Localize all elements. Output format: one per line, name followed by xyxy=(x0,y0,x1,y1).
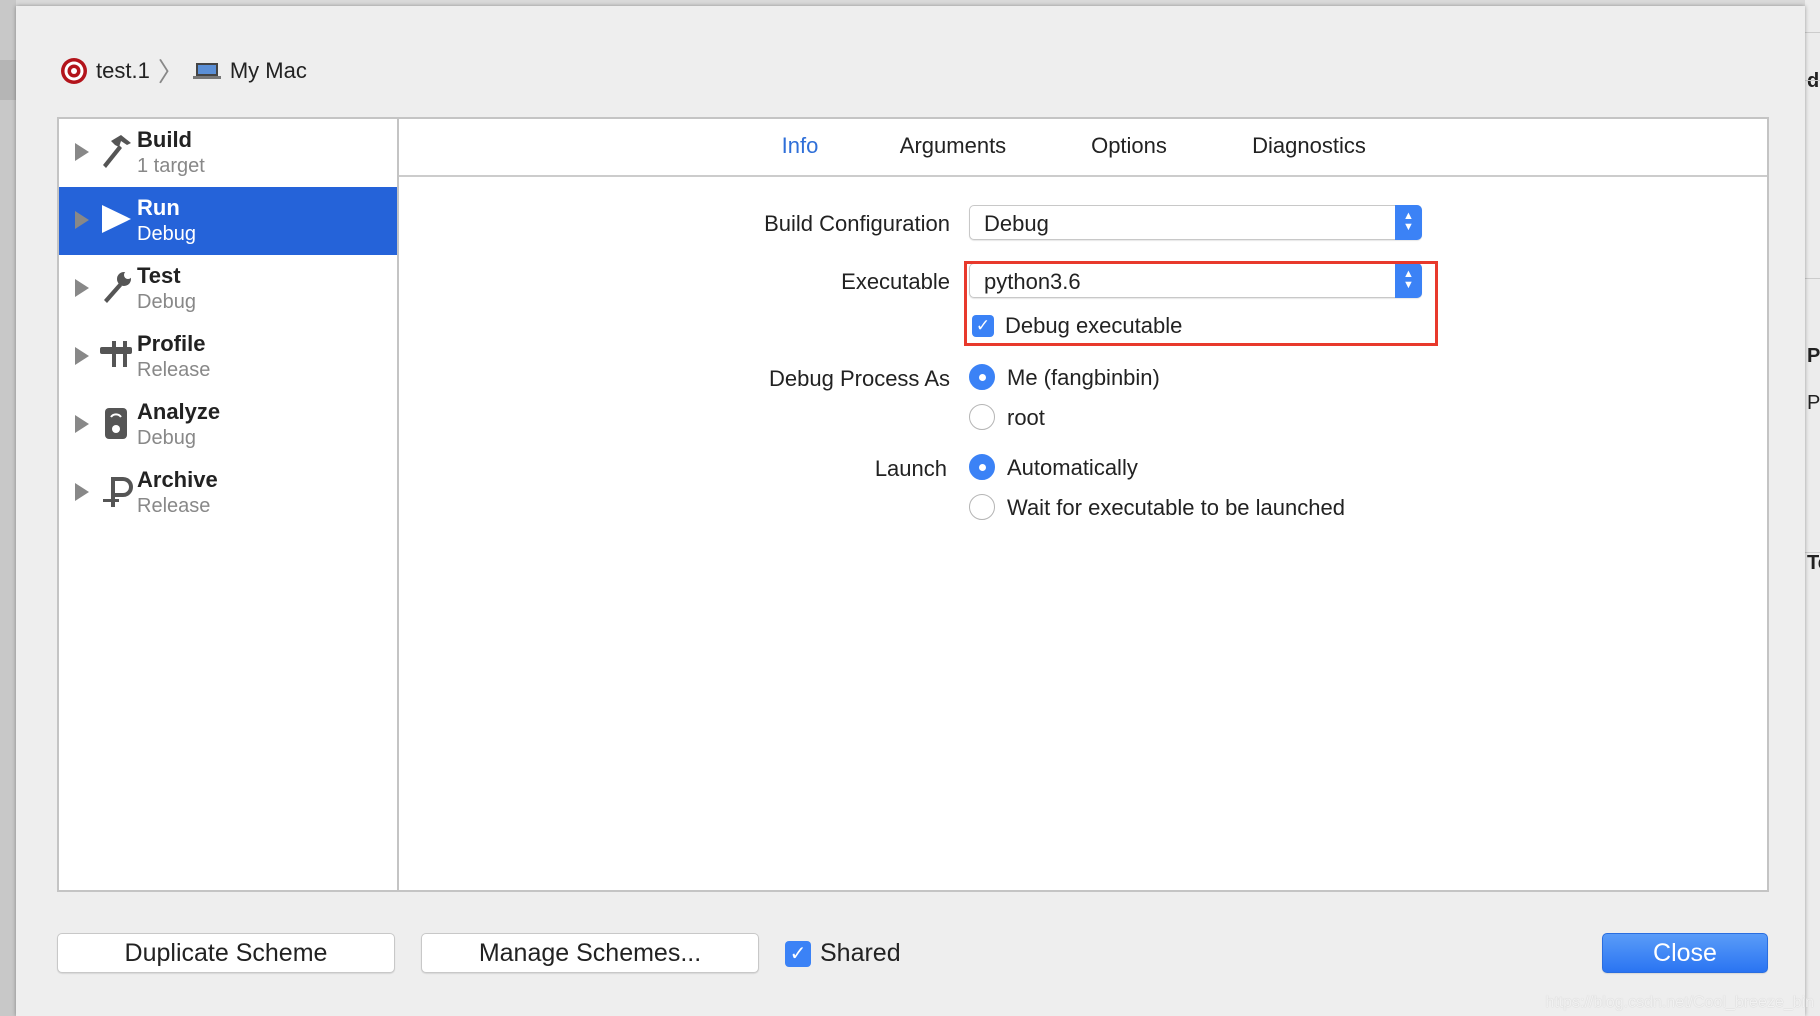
sidebar-item-archive[interactable]: Archive Release xyxy=(59,459,397,527)
bg-fragment: Pr xyxy=(1807,345,1820,367)
duplicate-scheme-button[interactable]: Duplicate Scheme xyxy=(57,933,395,973)
close-button[interactable]: Close xyxy=(1602,933,1768,973)
sidebar-item-title: Run xyxy=(137,195,180,220)
sidebar-item-subtitle: 1 target xyxy=(137,155,205,177)
bg-fragment: P xyxy=(1807,392,1820,414)
breadcrumb-scheme[interactable]: test.1 xyxy=(96,58,150,84)
chevron-right-icon: 〉 xyxy=(157,57,184,87)
sidebar-item-subtitle: Release xyxy=(137,359,211,381)
disclosure-triangle-icon[interactable] xyxy=(75,279,89,297)
radio-me[interactable] xyxy=(969,364,995,390)
tab-arguments[interactable]: Arguments xyxy=(900,133,1006,159)
sidebar-item-subtitle: Debug xyxy=(137,291,196,313)
sidebar-item-title: Test xyxy=(137,263,181,288)
radio-automatically-label: Automatically xyxy=(1007,455,1138,480)
debug-executable-checkbox[interactable]: ✓ xyxy=(972,315,994,337)
tab-diagnostics[interactable]: Diagnostics xyxy=(1252,133,1366,159)
sidebar-item-analyze[interactable]: Analyze Debug xyxy=(59,391,397,459)
disclosure-triangle-icon[interactable] xyxy=(75,415,89,433)
sidebar-item-profile[interactable]: Profile Release xyxy=(59,323,397,391)
sidebar-item-subtitle: Debug xyxy=(137,427,196,449)
launch-label: Launch xyxy=(874,456,947,481)
tab-bar: Info Arguments Options Diagnostics xyxy=(399,119,1767,177)
sidebar-item-test[interactable]: Test Debug xyxy=(59,255,397,323)
chevron-up-down-icon: ▲ ▼ xyxy=(1395,205,1422,240)
breadcrumb-destination[interactable]: My Mac xyxy=(230,58,307,84)
sidebar-item-title: Profile xyxy=(137,331,206,356)
sidebar-item-subtitle: Release xyxy=(137,495,211,517)
watermark: https://blog.csdn.net/Cool_breeze_bin xyxy=(1545,994,1814,1011)
analyze-icon xyxy=(105,408,127,439)
build-configuration-popup[interactable]: Debug ▲ ▼ xyxy=(969,205,1422,240)
shared-label: Shared xyxy=(820,939,901,967)
scheme-detail-pane: Info Arguments Options Diagnostics Build… xyxy=(397,117,1769,892)
caliper-icon xyxy=(100,341,132,367)
manage-schemes-button[interactable]: Manage Schemes... xyxy=(421,933,759,973)
play-icon xyxy=(102,205,131,233)
breadcrumb: test.1 〉 My Mac xyxy=(60,52,307,89)
radio-automatically[interactable] xyxy=(969,454,995,480)
sidebar-item-run[interactable]: Run Debug xyxy=(59,187,397,255)
build-configuration-value: Debug xyxy=(984,211,1049,236)
executable-label: Executable xyxy=(841,269,950,294)
wrench-icon xyxy=(104,271,132,303)
sidebar-item-title: Build xyxy=(137,127,192,152)
sidebar-item-title: Analyze xyxy=(137,399,221,424)
background-window-right: d Pr P Te xyxy=(1805,0,1820,1016)
radio-root[interactable] xyxy=(969,404,995,430)
radio-wait-label: Wait for executable to be launched xyxy=(1007,495,1345,520)
sidebar-item-subtitle: Debug xyxy=(137,223,196,245)
tab-info[interactable]: Info xyxy=(782,133,819,159)
disclosure-triangle-icon[interactable] xyxy=(75,211,89,229)
debug-executable-label: Debug executable xyxy=(1005,313,1183,338)
bg-fragment: Te xyxy=(1807,552,1820,574)
radio-me-label: Me (fangbinbin) xyxy=(1007,365,1160,390)
disclosure-triangle-icon[interactable] xyxy=(75,347,89,365)
bg-fragment: d xyxy=(1807,70,1820,92)
target-icon xyxy=(61,57,87,84)
action-sidebar: Build 1 target Run Debug Test Debug Prof… xyxy=(57,117,399,892)
debug-process-as-label: Debug Process As xyxy=(769,366,950,391)
sidebar-item-title: Archive xyxy=(137,467,218,492)
disclosure-triangle-icon[interactable] xyxy=(75,483,89,501)
hammer-icon xyxy=(103,135,131,168)
background-window-left xyxy=(0,0,16,1016)
radio-root-label: root xyxy=(1007,405,1045,430)
sidebar-item-build[interactable]: Build 1 target xyxy=(59,119,397,187)
shared-checkbox[interactable]: ✓ xyxy=(785,941,811,967)
clamp-icon xyxy=(103,477,133,507)
radio-wait[interactable] xyxy=(969,494,995,520)
disclosure-triangle-icon[interactable] xyxy=(75,143,89,161)
tab-options[interactable]: Options xyxy=(1091,133,1167,159)
build-configuration-label: Build Configuration xyxy=(764,211,950,236)
laptop-icon xyxy=(192,62,221,79)
